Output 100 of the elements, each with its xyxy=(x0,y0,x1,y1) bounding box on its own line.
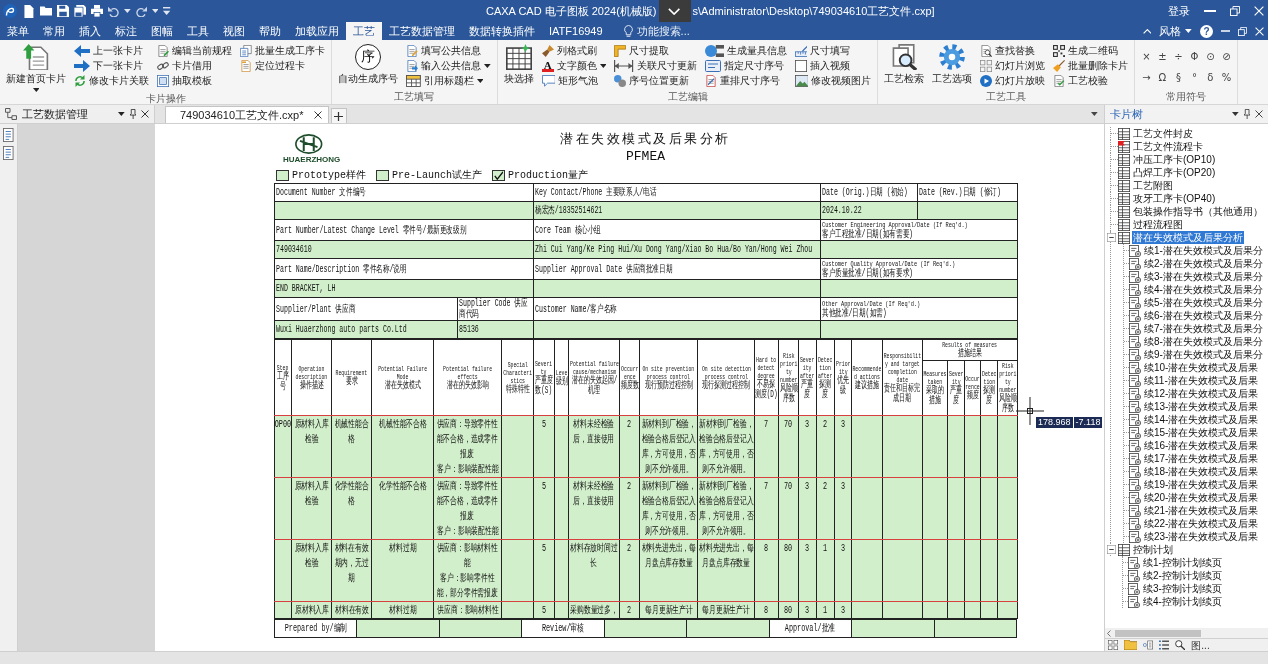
tree-item[interactable]: 工艺附图 xyxy=(1132,179,1174,192)
floppy-stack-icon[interactable] xyxy=(74,5,86,17)
customize-icon[interactable] xyxy=(163,7,171,15)
menu-tab[interactable]: 加载应用 xyxy=(288,22,346,40)
tree-item[interactable]: 续1-控制计划续页 xyxy=(1142,556,1223,569)
tree-item[interactable]: 续5-潜在失效模式及后果分 xyxy=(1143,296,1264,309)
tree-item[interactable]: 续13-潜在失效模式及后果 xyxy=(1143,400,1260,413)
new-tab-button[interactable] xyxy=(330,108,347,123)
ribbon-button[interactable]: 批量删除卡片 xyxy=(1051,58,1131,73)
tree-item[interactable]: 续6-潜在失效模式及后果分 xyxy=(1143,309,1264,322)
undo-icon[interactable] xyxy=(108,5,119,17)
ribbon-button[interactable]: 批量生成工序卡 xyxy=(238,43,327,58)
tree-item[interactable]: 过程流程图 xyxy=(1132,218,1184,231)
menu-tab[interactable]: 菜单 xyxy=(0,22,36,40)
side-tab-icon[interactable] xyxy=(3,146,14,160)
restore-icon[interactable] xyxy=(1230,6,1240,16)
close-icon[interactable] xyxy=(141,110,149,118)
tree-item[interactable]: 续16-潜在失效模式及后果 xyxy=(1143,439,1260,452)
tree-item[interactable]: 续9-潜在失效模式及后果分 xyxy=(1143,348,1264,361)
tree-item[interactable]: 工艺文件封皮 xyxy=(1132,127,1194,140)
symbol-button[interactable]: Ω xyxy=(1155,69,1170,85)
help-button[interactable]: ? xyxy=(1200,24,1213,38)
new-file-icon[interactable] xyxy=(22,4,35,18)
tree-item[interactable]: 续2-控制计划续页 xyxy=(1142,569,1223,582)
tree-item[interactable]: 续4-潜在失效模式及后果分 xyxy=(1143,283,1264,296)
ribbon-button[interactable]: 生成二维码 xyxy=(1051,43,1131,58)
symbol-button[interactable]: ± xyxy=(1155,48,1170,64)
tree-item[interactable]: 潜在失效模式及后果分析 xyxy=(1132,231,1244,244)
menu-tab[interactable]: 工艺 xyxy=(346,22,382,40)
menu-tab[interactable]: 常用 xyxy=(36,22,72,40)
ribbon-button[interactable]: 尺寸填写 xyxy=(792,43,874,58)
side-tab-icon[interactable] xyxy=(3,128,14,142)
style-menu-button[interactable]: 风格 xyxy=(1159,23,1192,39)
tree-item[interactable]: 续19-潜在失效模式及后果 xyxy=(1143,478,1260,491)
tree-item[interactable]: 续1-潜在失效模式及后果分 xyxy=(1143,244,1264,257)
symbol-button[interactable]: ⊙ xyxy=(1203,48,1218,64)
scrollbar-thumb[interactable] xyxy=(1115,629,1201,637)
ribbon-button[interactable]: 序号位置更新 xyxy=(612,73,699,88)
restore-icon[interactable] xyxy=(1238,26,1247,36)
caret-down-icon[interactable] xyxy=(118,112,125,116)
ribbon-button[interactable]: 工艺检索 xyxy=(882,43,927,87)
ribbon-button[interactable]: 下一张卡片 xyxy=(72,58,151,73)
tree-item[interactable]: 凸焊工序卡(OP20) xyxy=(1132,166,1217,179)
menu-tab[interactable]: 图幅 xyxy=(144,22,180,40)
ribbon-button[interactable]: 关联尺寸更新 xyxy=(612,58,699,73)
ribbon-button[interactable]: 幻灯片放映 xyxy=(978,73,1048,88)
menu-tab[interactable]: 插入 xyxy=(72,22,108,40)
ribbon-button[interactable]: 重排尺寸序号 xyxy=(702,73,789,88)
symbol-button[interactable]: ÷ xyxy=(1171,48,1186,64)
ribbon-button[interactable]: 填写公共信息 xyxy=(404,43,493,58)
symbol-button[interactable]: ⊘ xyxy=(1219,48,1234,64)
menu-tab[interactable]: 视图 xyxy=(216,22,252,40)
tree-item[interactable]: 续8-潜在失效模式及后果分 xyxy=(1143,335,1264,348)
tree-item[interactable]: 控制计划 xyxy=(1132,543,1174,556)
checkbox[interactable] xyxy=(276,170,289,181)
tree-item[interactable]: 续23-潜在失效模式及后果 xyxy=(1143,530,1260,543)
collapse-icon[interactable] xyxy=(1142,28,1152,34)
ribbon-button[interactable]: 幻灯片浏览 xyxy=(978,58,1048,73)
tree-item[interactable]: 续14-潜在失效模式及后果 xyxy=(1143,413,1260,426)
layers-icon[interactable] xyxy=(1143,640,1154,650)
printer-icon[interactable] xyxy=(91,5,103,17)
symbol-button[interactable]: % xyxy=(1219,69,1234,85)
tree-item[interactable]: 续11-潜在失效模式及后果 xyxy=(1143,374,1259,387)
pin-icon[interactable] xyxy=(1243,109,1250,119)
ribbon-button[interactable]: 序 自动生成序号 xyxy=(336,43,400,87)
checkbox[interactable] xyxy=(492,170,506,181)
symbol-button[interactable]: § xyxy=(1171,69,1186,85)
search-field[interactable]: 功能搜索... xyxy=(636,25,703,37)
caret-down-icon[interactable] xyxy=(1091,112,1098,116)
caret-down-icon[interactable] xyxy=(1232,112,1239,116)
menu-tab[interactable]: 数据转换插件 xyxy=(462,22,542,40)
ribbon-button[interactable]: 新建首页卡片 xyxy=(4,43,68,93)
tree-item[interactable]: 续10-潜在失效模式及后果 xyxy=(1143,361,1260,374)
list-icon[interactable] xyxy=(1159,640,1170,650)
title-dropdown-button[interactable] xyxy=(658,0,691,22)
tree-item[interactable]: 续15-潜在失效模式及后果 xyxy=(1143,426,1260,439)
ribbon-button[interactable]: 工艺选项 xyxy=(930,43,975,87)
tree-item[interactable]: 续22-潜在失效模式及后果 xyxy=(1143,517,1260,530)
tree-item[interactable]: 续4-控制计划续页 xyxy=(1142,595,1223,608)
symbol-button[interactable]: δ xyxy=(1203,69,1218,85)
ribbon-button[interactable]: 卡片借用 xyxy=(155,58,234,73)
magnifier-icon[interactable] xyxy=(1175,640,1186,650)
ribbon-button[interactable]: 引用标题栏 xyxy=(404,73,493,88)
ribbon-button[interactable]: 生成量具信息 xyxy=(702,43,789,58)
collapse-toggle-icon[interactable] xyxy=(1106,233,1116,242)
ribbon-button[interactable]: 编辑当前规程 xyxy=(155,43,234,58)
folder-icon[interactable] xyxy=(40,5,52,17)
tree-item[interactable]: 续12-潜在失效模式及后果 xyxy=(1143,387,1260,400)
tree-item[interactable]: 续3-控制计划续页 xyxy=(1142,582,1223,595)
symbol-button[interactable]: × xyxy=(1139,48,1154,64)
ribbon-button[interactable]: 修改视频图片 xyxy=(792,73,874,88)
panel-tab[interactable]: 图... xyxy=(1191,639,1210,651)
save-icon[interactable] xyxy=(57,5,69,17)
symbol-button[interactable]: ° xyxy=(1187,69,1202,85)
login-button[interactable]: 登录 xyxy=(1168,3,1190,19)
close-icon[interactable] xyxy=(1255,110,1263,118)
document-tab[interactable]: 749034610工艺文件.cxp* xyxy=(165,106,329,123)
tree-item[interactable]: 攻牙工序卡(OP40) xyxy=(1132,192,1217,205)
menu-tab[interactable]: 帮助 xyxy=(252,22,288,40)
tree-item[interactable]: 续21-潜在失效模式及后果 xyxy=(1143,504,1260,517)
